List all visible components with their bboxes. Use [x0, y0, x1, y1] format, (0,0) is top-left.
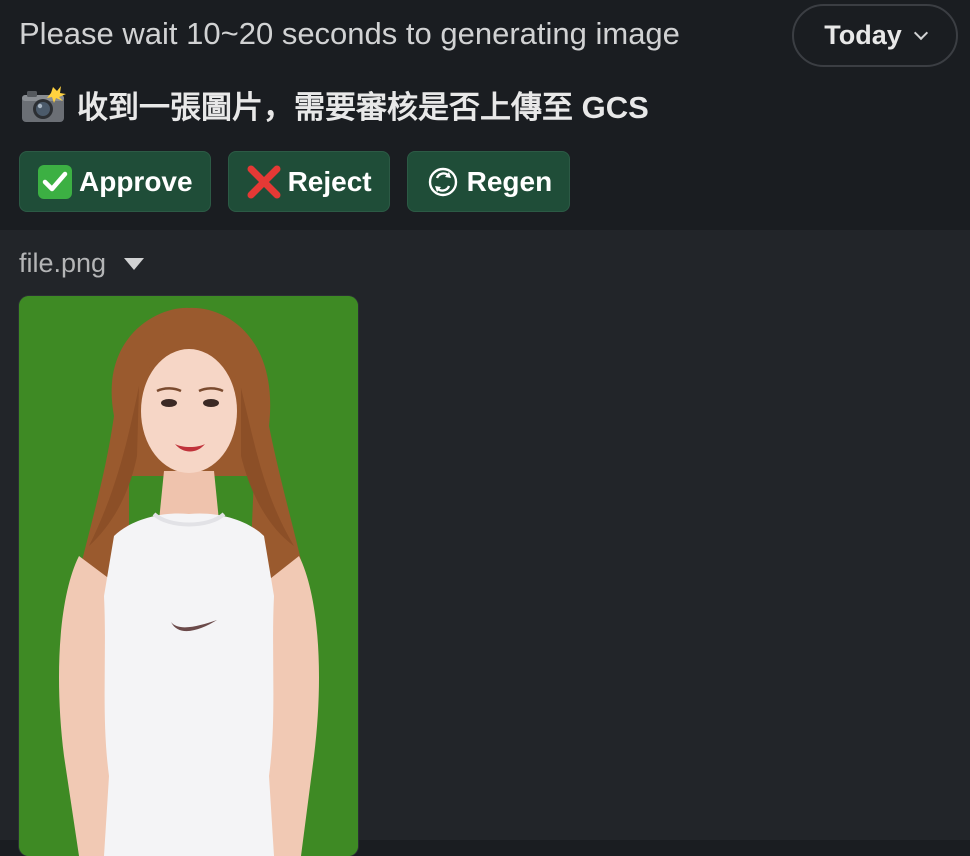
- date-label: Today: [824, 20, 902, 50]
- message-header: Please wait 10~20 seconds to generating …: [0, 0, 970, 230]
- attachment-area: file.png: [0, 230, 970, 856]
- headline-text: 收到一張圖片，需要審核是否上傳至 GCS: [77, 90, 649, 125]
- message-headline: 收到一張圖片，需要審核是否上傳至 GCS: [19, 82, 649, 127]
- chevron-down-icon: [913, 25, 928, 40]
- approve-button[interactable]: Approve: [19, 151, 211, 212]
- portrait-image: [19, 296, 358, 856]
- attachment-header[interactable]: file.png: [19, 248, 145, 279]
- regen-label: Regen: [466, 165, 553, 197]
- reject-label: Reject: [287, 165, 372, 197]
- cross-mark-icon: [247, 165, 281, 198]
- collapse-triangle-icon[interactable]: [124, 257, 145, 270]
- date-divider-button[interactable]: Today: [792, 4, 958, 67]
- image-thumbnail[interactable]: [19, 296, 358, 856]
- camera-flash-icon: [22, 85, 66, 122]
- action-buttons: Approve Reject Regen: [19, 151, 571, 212]
- regen-button[interactable]: Regen: [406, 151, 571, 212]
- check-mark-icon: [38, 164, 72, 199]
- refresh-icon: [428, 167, 457, 196]
- status-text: Please wait 10~20 seconds to generating …: [19, 16, 680, 51]
- reject-button[interactable]: Reject: [227, 151, 390, 212]
- attachment-filename: file.png: [19, 248, 107, 278]
- approve-label: Approve: [79, 165, 193, 197]
